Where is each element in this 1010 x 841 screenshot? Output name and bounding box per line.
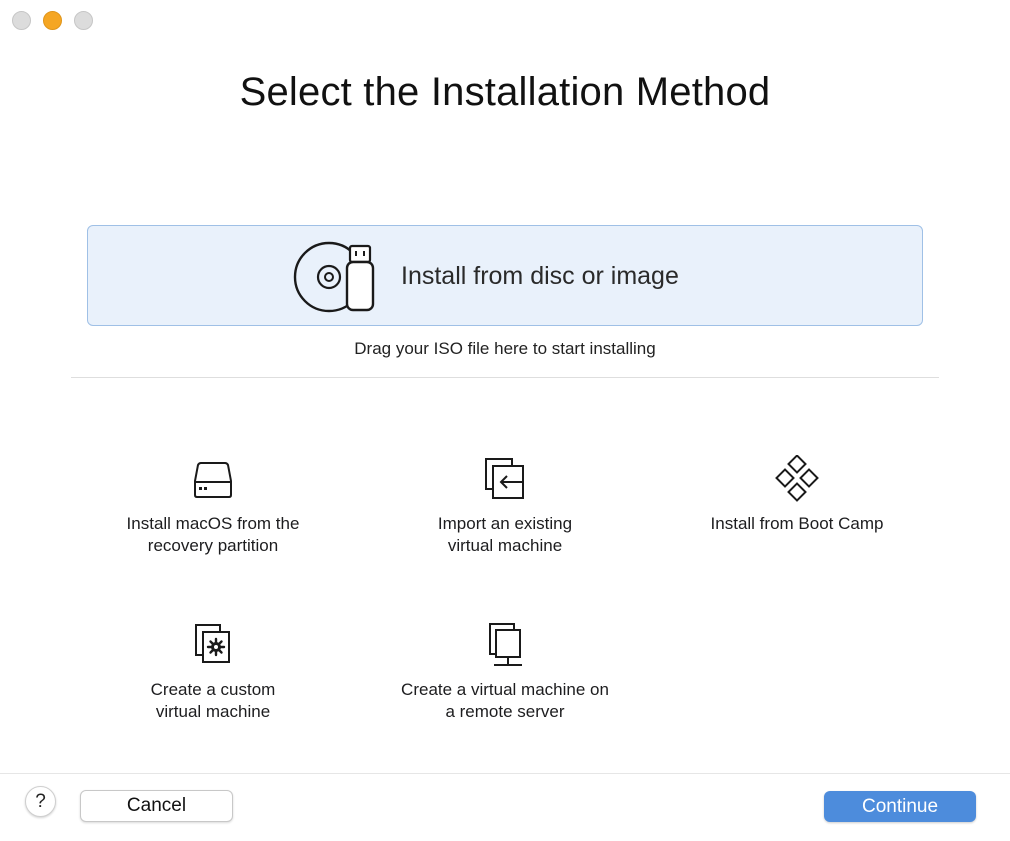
divider <box>71 377 939 378</box>
import-vm-icon <box>485 458 524 499</box>
help-button[interactable]: ? <box>25 786 56 817</box>
option-import-existing-vm[interactable]: Import an existing virtual machine <box>380 455 630 557</box>
option-label: Create a virtual machine on a remote ser… <box>401 680 609 721</box>
option-label: Import an existing virtual machine <box>437 514 573 555</box>
remote-server-icon <box>489 623 522 666</box>
window-controls <box>12 11 93 30</box>
close-button[interactable] <box>12 11 31 30</box>
dropzone-hint: Drag your ISO file here to start install… <box>354 339 656 358</box>
custom-vm-icon <box>195 624 230 663</box>
option-create-vm-remote-server[interactable]: Create a virtual machine on a remote ser… <box>380 621 630 723</box>
option-label: Install macOS from the recovery partitio… <box>126 514 300 555</box>
footer-divider <box>0 773 1010 774</box>
dropzone-label: Install from disc or image <box>401 262 679 290</box>
page-title: Select the Installation Method <box>239 70 771 114</box>
option-install-boot-camp[interactable]: Install from Boot Camp <box>672 455 922 535</box>
option-install-macos-recovery[interactable]: Install macOS from the recovery partitio… <box>88 455 338 557</box>
option-create-custom-vm[interactable]: Create a custom virtual machine <box>88 621 338 723</box>
hard-drive-icon <box>194 462 232 498</box>
boot-camp-icon <box>775 455 819 502</box>
zoom-button[interactable] <box>74 11 93 30</box>
minimize-button[interactable] <box>43 11 62 30</box>
cancel-button[interactable]: Cancel <box>80 790 233 822</box>
install-from-disc-dropzone[interactable]: Install from disc or image <box>87 225 923 326</box>
continue-button[interactable]: Continue <box>824 791 976 822</box>
option-label: Create a custom virtual machine <box>150 680 276 721</box>
disc-usb-icon <box>293 241 375 313</box>
option-label: Install from Boot Camp <box>710 514 884 533</box>
